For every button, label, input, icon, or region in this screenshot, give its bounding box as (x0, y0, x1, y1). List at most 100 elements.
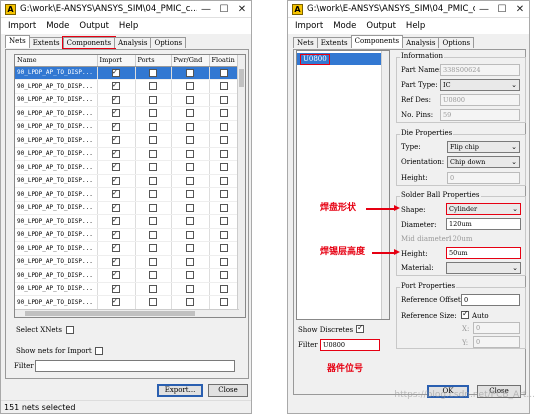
floating-checkbox[interactable] (219, 244, 228, 253)
import-checkbox[interactable] (111, 67, 120, 77)
menu-import[interactable]: Import (290, 21, 328, 31)
col-ports[interactable]: Ports (135, 55, 172, 67)
import-checkbox[interactable] (111, 121, 120, 131)
die-type-select[interactable]: Flip chip ⌄ (447, 141, 520, 153)
close-button[interactable]: Close (208, 384, 248, 397)
ports-checkbox[interactable] (148, 95, 157, 104)
table-horizontal-scrollbar[interactable] (15, 309, 239, 317)
tab-components[interactable]: Components (61, 36, 117, 49)
tab-components[interactable]: Components (350, 35, 404, 48)
floating-checkbox[interactable] (219, 190, 228, 199)
ports-checkbox[interactable] (148, 217, 157, 226)
ports-checkbox[interactable] (148, 136, 157, 145)
filter-input[interactable] (35, 360, 235, 372)
net-name-cell[interactable]: 90_LPDP_AP_TO_DISP... (15, 187, 98, 202)
pwr-gnd-checkbox[interactable] (185, 109, 194, 118)
net-name-cell[interactable]: 90_LPDP_AP_TO_DISP... (15, 133, 98, 148)
pwr-gnd-checkbox[interactable] (185, 217, 194, 226)
net-name-cell[interactable]: 90_LPDP_AP_TO_DISP... (15, 214, 98, 229)
net-name-cell[interactable]: 90_LPDP_AP_TO_DISP... (15, 147, 98, 161)
table-row[interactable]: 90_LPDP_AP_TO_DISP... (15, 174, 240, 188)
floating-checkbox[interactable] (219, 176, 228, 185)
orientation-select[interactable]: Chip down ⌄ (447, 156, 520, 168)
pwr-gnd-checkbox[interactable] (185, 298, 194, 307)
scroll-thumb[interactable] (239, 69, 244, 87)
pwr-gnd-checkbox[interactable] (185, 136, 194, 145)
col-pwr-gnd[interactable]: Pwr/Gnd (171, 55, 210, 67)
pwr-gnd-checkbox[interactable] (185, 82, 194, 91)
table-row[interactable]: 90_LPDP_AP_TO_DISP... (15, 160, 240, 175)
table-row[interactable]: 90_LPDP_AP_TO_DISP... (15, 120, 240, 134)
pwr-gnd-checkbox[interactable] (185, 176, 194, 185)
pwr-gnd-checkbox[interactable] (185, 122, 194, 131)
shape-select[interactable]: Cylinder ⌄ (446, 203, 521, 215)
select-xnets-checkbox[interactable] (66, 326, 74, 334)
ports-checkbox[interactable] (148, 203, 157, 212)
net-name-cell[interactable]: 90_LPDP_AP_TO_DISP... (15, 268, 98, 283)
menu-mode[interactable]: Mode (41, 21, 74, 31)
floating-checkbox[interactable] (219, 257, 228, 266)
ports-checkbox[interactable] (148, 68, 157, 77)
table-row[interactable]: 90_LPDP_AP_TO_DISP... (15, 201, 240, 215)
import-checkbox[interactable] (111, 229, 120, 239)
floating-checkbox[interactable] (219, 109, 228, 118)
floating-checkbox[interactable] (219, 230, 228, 239)
ports-checkbox[interactable] (148, 230, 157, 239)
list-item[interactable]: U0800 (297, 53, 388, 65)
import-checkbox[interactable] (111, 296, 120, 307)
ports-checkbox[interactable] (148, 257, 157, 266)
tab-nets[interactable]: Nets (293, 37, 318, 48)
net-name-cell[interactable]: 90_LPDP_AP_TO_DISP... (15, 79, 98, 94)
scroll-thumb[interactable] (25, 311, 195, 316)
ports-checkbox[interactable] (148, 82, 157, 91)
export-button[interactable]: Export... (157, 384, 203, 397)
floating-checkbox[interactable] (219, 284, 228, 293)
floating-checkbox[interactable] (219, 82, 228, 91)
pwr-gnd-checkbox[interactable] (185, 230, 194, 239)
pwr-gnd-checkbox[interactable] (185, 257, 194, 266)
pwr-gnd-checkbox[interactable] (185, 271, 194, 280)
menu-output[interactable]: Output (74, 21, 114, 31)
component-filter-input[interactable]: U0800 (320, 339, 380, 351)
menu-output[interactable]: Output (361, 21, 401, 31)
close-window-button[interactable]: ✕ (511, 4, 529, 15)
table-row[interactable]: 90_LPDP_AP_TO_DISP... (15, 268, 240, 283)
import-checkbox[interactable] (111, 242, 120, 253)
ports-checkbox[interactable] (148, 284, 157, 293)
ports-checkbox[interactable] (148, 298, 157, 307)
ref-offset-input[interactable]: 0 (461, 294, 520, 306)
pwr-gnd-checkbox[interactable] (185, 203, 194, 212)
pwr-gnd-checkbox[interactable] (185, 190, 194, 199)
part-type-select[interactable]: IC ⌄ (440, 79, 520, 91)
table-row[interactable]: 90_LPDP_AP_TO_DISP... (15, 66, 240, 80)
ports-checkbox[interactable] (148, 109, 157, 118)
col-name[interactable]: Name (15, 55, 98, 67)
pwr-gnd-checkbox[interactable] (185, 95, 194, 104)
show-discretes-checkbox[interactable] (356, 323, 364, 333)
import-checkbox[interactable] (111, 148, 120, 158)
col-import[interactable]: Import (97, 55, 136, 67)
net-name-cell[interactable]: 90_LPDP_AP_TO_DISP... (15, 241, 98, 256)
floating-checkbox[interactable] (219, 298, 228, 307)
net-name-cell[interactable]: 90_LPDP_AP_TO_DISP... (15, 228, 98, 242)
show-nets-checkbox[interactable] (95, 347, 103, 355)
pwr-gnd-checkbox[interactable] (185, 68, 194, 77)
table-row[interactable]: 90_LPDP_AP_TO_DISP... (15, 255, 240, 269)
floating-checkbox[interactable] (219, 149, 228, 158)
import-checkbox[interactable] (111, 161, 120, 172)
import-checkbox[interactable] (111, 215, 120, 226)
minimize-button[interactable]: — (475, 4, 493, 15)
tab-analysis[interactable]: Analysis (114, 37, 152, 48)
floating-checkbox[interactable] (219, 95, 228, 104)
import-checkbox[interactable] (111, 94, 120, 104)
menu-mode[interactable]: Mode (328, 21, 361, 31)
ports-checkbox[interactable] (148, 122, 157, 131)
floating-checkbox[interactable] (219, 271, 228, 280)
net-name-cell[interactable]: 90_LPDP_AP_TO_DISP... (15, 201, 98, 215)
table-row[interactable]: 90_LPDP_AP_TO_DISP... (15, 106, 240, 121)
import-checkbox[interactable] (111, 188, 120, 199)
pwr-gnd-checkbox[interactable] (185, 244, 194, 253)
net-name-cell[interactable]: 90_LPDP_AP_TO_DISP... (15, 174, 98, 188)
table-row[interactable]: 90_LPDP_AP_TO_DISP... (15, 214, 240, 229)
maximize-button[interactable]: ☐ (493, 4, 511, 15)
